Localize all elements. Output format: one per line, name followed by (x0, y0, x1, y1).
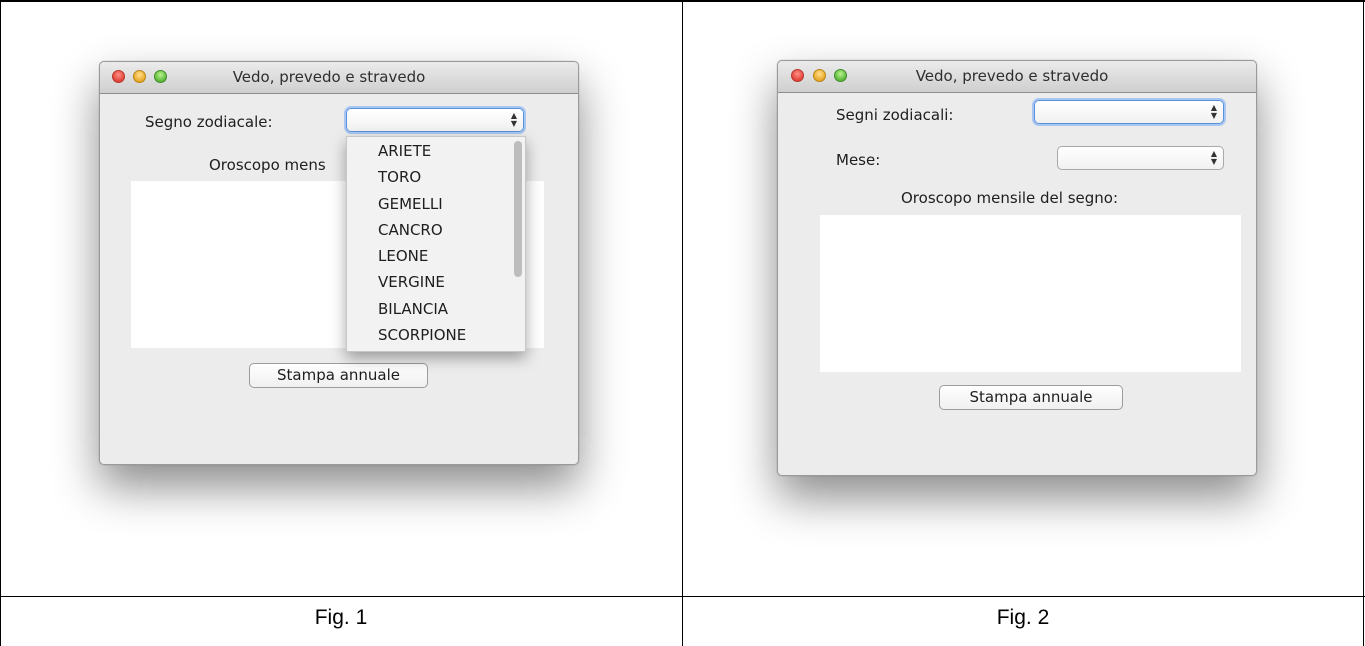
dropdown-scrollbar[interactable] (514, 141, 522, 277)
dropdown-item-ariete[interactable]: ARIETE (347, 138, 525, 164)
window-titlebar[interactable]: Vedo, prevedo e stravedo (100, 62, 578, 94)
sign-label: Segno zodiacale: (145, 113, 273, 131)
sign-dropdown-list: ARIETE TORO GEMELLI CANCRO LEONE VERGINE… (346, 136, 526, 352)
app-window-fig2: Vedo, prevedo e stravedo Segni zodiacali… (777, 60, 1257, 476)
horoscope-textarea[interactable] (820, 215, 1241, 372)
dropdown-item-bilancia[interactable]: BILANCIA (347, 296, 525, 322)
month-label: Mese: (836, 151, 881, 169)
signs-label: Segni zodiacali: (836, 106, 954, 124)
dropdown-item-cancro[interactable]: CANCRO (347, 217, 525, 243)
table-border-right (1363, 0, 1364, 646)
dropdown-item-scorpione[interactable]: SCORPIONE (347, 322, 525, 348)
updown-arrows-icon: ▲ ▼ (1210, 149, 1217, 166)
table-border-left (0, 0, 1, 646)
dropdown-item-gemelli[interactable]: GEMELLI (347, 191, 525, 217)
figure-caption-1: Fig. 1 (314, 606, 368, 629)
month-combobox[interactable]: ▲ ▼ (1057, 146, 1224, 170)
window-title: Vedo, prevedo e stravedo (915, 67, 1109, 85)
print-annual-button[interactable]: Stampa annuale (939, 385, 1123, 410)
print-annual-button[interactable]: Stampa annuale (249, 363, 428, 388)
horoscope-label: Oroscopo mensile del segno: (901, 189, 1119, 207)
window-titlebar[interactable]: Vedo, prevedo e stravedo (778, 61, 1256, 93)
dropdown-item-vergine[interactable]: VERGINE (347, 269, 525, 295)
updown-arrows-icon: ▲ ▼ (510, 111, 517, 128)
dropdown-item-leone[interactable]: LEONE (347, 243, 525, 269)
sign-combobox[interactable]: ▲ ▼ (346, 108, 524, 132)
updown-arrows-icon: ▲ ▼ (1210, 103, 1217, 120)
dropdown-item-toro[interactable]: TORO (347, 164, 525, 190)
signs-combobox[interactable]: ▲ ▼ (1034, 100, 1224, 124)
window-title: Vedo, prevedo e stravedo (232, 68, 426, 86)
table-divider-middle (682, 0, 683, 646)
app-window-fig1: Vedo, prevedo e stravedo Segno zodiacale… (99, 61, 579, 465)
horoscope-label: Oroscopo mens (209, 156, 326, 174)
figure-caption-2: Fig. 2 (996, 606, 1050, 629)
